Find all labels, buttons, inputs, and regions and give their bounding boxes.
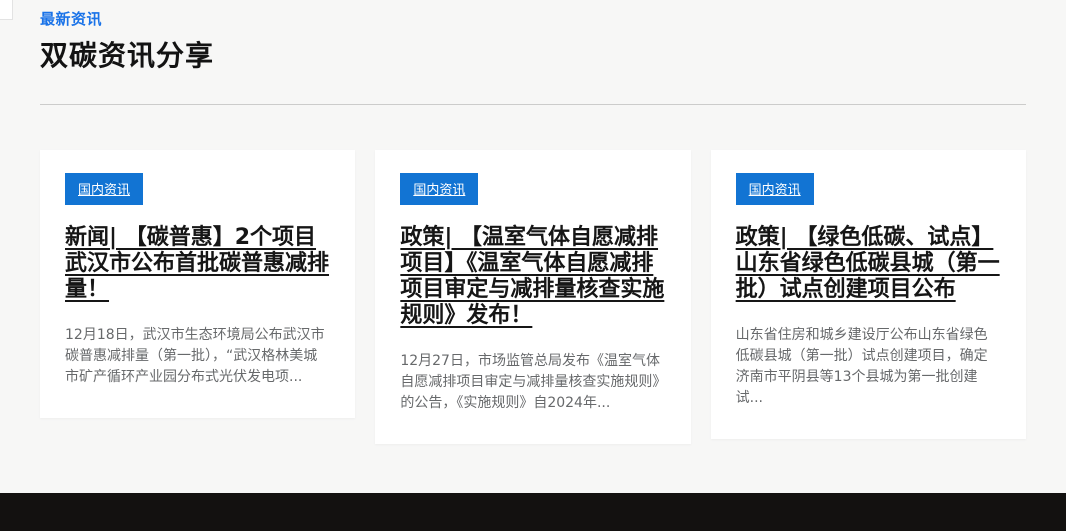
- news-card-title[interactable]: 政策| 【绿色低碳、试点】山东省绿色低碳县城（第一批）试点创建项目公布: [736, 225, 1001, 303]
- news-card: 国内资讯 新闻| 【碳普惠】2个项目武汉市公布首批碳普惠减排量！ 12月18日，…: [40, 150, 355, 418]
- category-badge[interactable]: 国内资讯: [65, 173, 143, 205]
- footer-bar: [0, 493, 1066, 531]
- news-card-title[interactable]: 政策| 【温室气体自愿减排项目】《温室气体自愿减排项目审定与减排量核查实施规则》…: [400, 225, 665, 329]
- news-card-list: 国内资讯 新闻| 【碳普惠】2个项目武汉市公布首批碳普惠减排量！ 12月18日，…: [40, 150, 1026, 444]
- section-header: 最新资讯 双碳资讯分享: [40, 8, 1026, 105]
- news-card: 国内资讯 政策| 【绿色低碳、试点】山东省绿色低碳县城（第一批）试点创建项目公布…: [711, 150, 1026, 439]
- news-card-excerpt: 12月18日，武汉市生态环境局公布武汉市碳普惠减排量（第一批），“武汉格林美城市…: [65, 325, 330, 388]
- category-badge[interactable]: 国内资讯: [736, 173, 814, 205]
- news-card-excerpt: 山东省住房和城乡建设厅公布山东省绿色低碳县城（第一批）试点创建项目，确定济南市平…: [736, 325, 1001, 409]
- news-card-title[interactable]: 新闻| 【碳普惠】2个项目武汉市公布首批碳普惠减排量！: [65, 225, 330, 303]
- section-eyebrow: 最新资讯: [40, 8, 1026, 29]
- scrollbar-corner-artifact: [0, 0, 13, 20]
- news-section: 最新资讯 双碳资讯分享 国内资讯 新闻| 【碳普惠】2个项目武汉市公布首批碳普惠…: [0, 0, 1066, 444]
- category-badge[interactable]: 国内资讯: [400, 173, 478, 205]
- news-card-excerpt: 12月27日，市场监管总局发布《温室气体自愿减排项目审定与减排量核查实施规则》的…: [400, 351, 665, 414]
- page-title: 双碳资讯分享: [40, 34, 1026, 74]
- news-card: 国内资讯 政策| 【温室气体自愿减排项目】《温室气体自愿减排项目审定与减排量核查…: [375, 150, 690, 444]
- section-divider: [40, 104, 1026, 105]
